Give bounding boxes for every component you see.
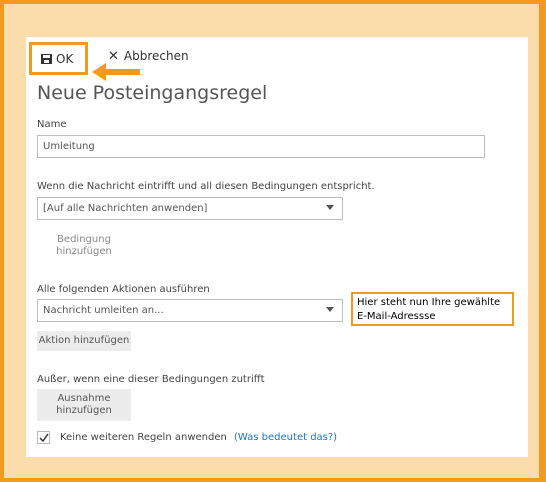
exception-label: Außer, wenn eine dieser Bedingungen zutr… bbox=[37, 374, 265, 385]
condition-label: Wenn die Nachricht eintrifft und all die… bbox=[37, 181, 375, 192]
chevron-down-icon bbox=[326, 307, 334, 312]
add-action-button[interactable]: Aktion hinzufügen bbox=[37, 331, 131, 351]
save-icon bbox=[41, 54, 52, 64]
add-exception-button[interactable]: Ausnahme hinzufügen bbox=[37, 389, 131, 421]
name-label: Name bbox=[37, 119, 67, 130]
condition-select-value: [Auf alle Nachrichten anwenden] bbox=[43, 203, 208, 214]
actions-label: Alle folgenden Aktionen ausführen bbox=[37, 284, 210, 295]
condition-select[interactable]: [Auf alle Nachrichten anwenden] bbox=[37, 197, 343, 220]
action-select-value: Nachricht umleiten an... bbox=[43, 305, 164, 316]
ok-button[interactable]: OK bbox=[29, 42, 88, 75]
close-icon: ✕ bbox=[108, 49, 119, 64]
name-field[interactable]: Umleitung bbox=[37, 135, 485, 158]
add-condition-button[interactable]: Bedingung hinzufügen bbox=[37, 230, 131, 264]
annotation-callout: Hier steht nun Ihre gewählte E-Mail-Adre… bbox=[351, 292, 514, 326]
action-select[interactable]: Nachricht umleiten an... bbox=[37, 299, 343, 322]
page-title: Neue Posteingangsregel bbox=[37, 82, 268, 104]
stop-rules-text: Keine weiteren Regeln anwenden bbox=[60, 432, 227, 443]
stop-rules-checkbox[interactable] bbox=[37, 431, 50, 444]
help-link[interactable]: (Was bedeutet das?) bbox=[234, 432, 337, 443]
cancel-label: Abbrechen bbox=[123, 49, 189, 63]
chevron-down-icon bbox=[326, 205, 334, 210]
cancel-button[interactable]: ✕ Abbrechen bbox=[108, 49, 189, 64]
checkmark-icon bbox=[39, 433, 49, 443]
ok-label: OK bbox=[56, 52, 74, 66]
stop-rules-label: Keine weiteren Regeln anwenden (Was bede… bbox=[60, 432, 337, 443]
pointer-arrow-icon bbox=[92, 63, 140, 81]
